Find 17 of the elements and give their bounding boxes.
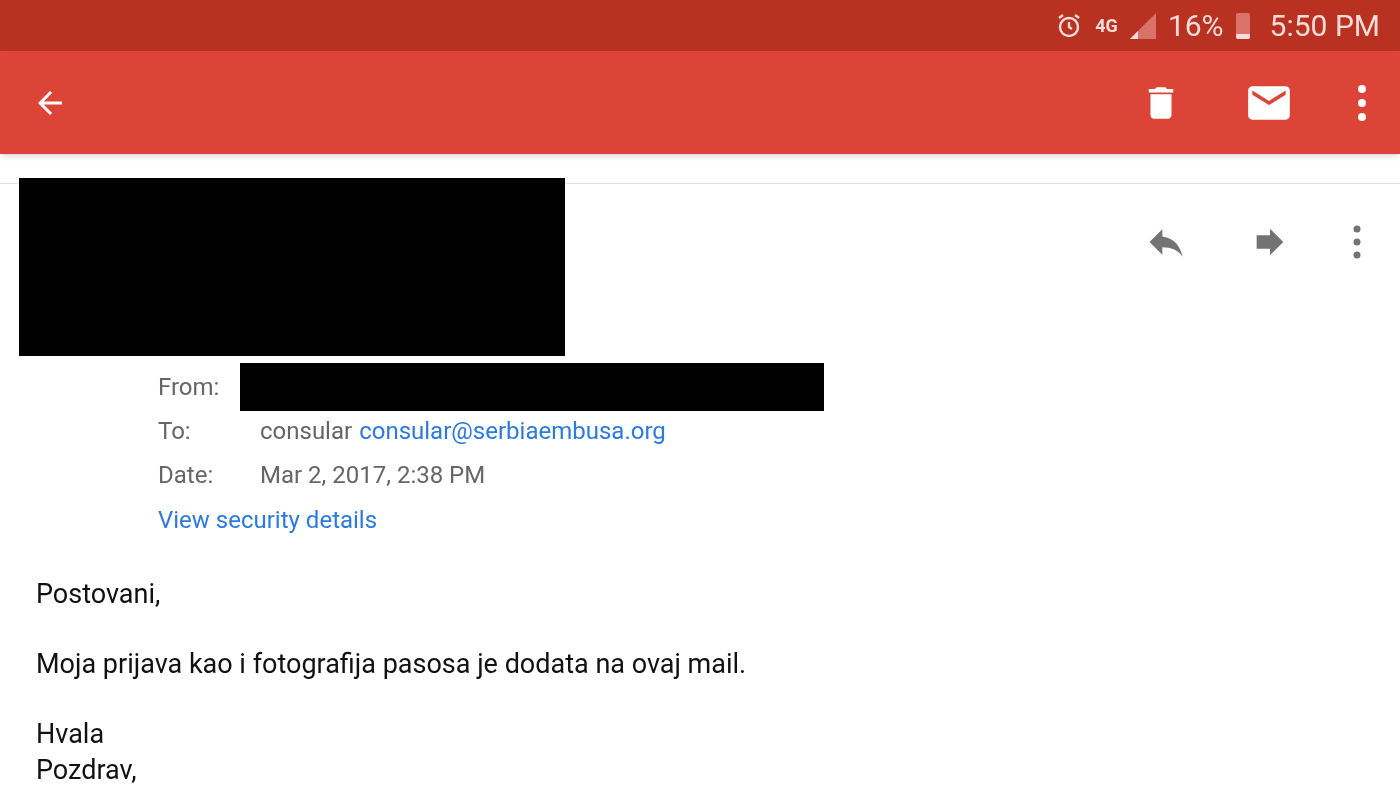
detail-label: From: — [158, 372, 221, 403]
more-icon[interactable] — [1352, 224, 1362, 260]
recipient-name: consular — [260, 416, 353, 447]
date-value: Mar 2, 2017, 2:38 PM — [260, 460, 486, 491]
security-details-link[interactable]: View security details — [158, 502, 378, 538]
clock: 5:50 PM — [1269, 10, 1380, 41]
signal-icon — [1129, 12, 1156, 39]
more-icon[interactable] — [1356, 82, 1368, 123]
battery-percent: 16% — [1167, 10, 1224, 41]
body-paragraph: Postovani, — [36, 577, 162, 612]
battery-icon — [1235, 12, 1250, 39]
body-paragraph: Hvala Pozdrav, — [36, 717, 138, 788]
network-type: 4G — [1095, 16, 1118, 35]
detail-label: Date: — [158, 460, 215, 491]
detail-label: To: — [158, 416, 192, 447]
email-link[interactable]: consular@serbiaembusa.org — [359, 413, 666, 449]
body-paragraph: Moja prijava kao i fotografija pasosa je dodata na ovaj mail. — [36, 647, 748, 682]
